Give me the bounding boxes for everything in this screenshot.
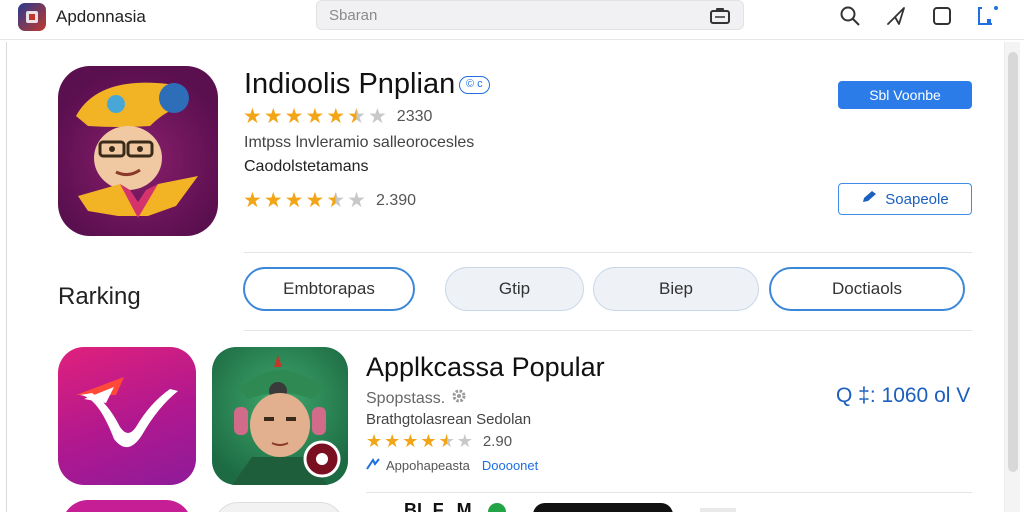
search-icon[interactable]: [838, 4, 862, 28]
star-empty-icon: ★: [367, 105, 387, 128]
developer-link[interactable]: Doooonet: [482, 458, 538, 473]
hero-description: Imtpss lnvleramio salleorocesles: [244, 134, 475, 151]
list-app-rating: ★ ★ ★ ★ ★ ★ 2.90: [366, 432, 512, 450]
search-bar[interactable]: Sbaran: [316, 0, 744, 30]
gear-icon: [451, 388, 467, 409]
scrollbar[interactable]: [1004, 42, 1020, 512]
star-icon: ★: [326, 105, 346, 128]
brand-name: Apdonnasia: [56, 7, 146, 26]
tab-entertainment[interactable]: Embtorapas: [243, 267, 415, 311]
hero-app-icon[interactable]: [58, 66, 218, 236]
star-icon: ★: [420, 431, 437, 451]
next-app-title[interactable]: BL F.. M: [404, 500, 472, 512]
divider: [244, 252, 972, 253]
verified-badge: © c: [459, 76, 490, 94]
divider: [366, 492, 972, 493]
ranking-label: Rarking: [58, 283, 141, 310]
list-app-price[interactable]: Q ‡: 1060 ol V: [836, 384, 970, 408]
star-icon: ★: [384, 431, 401, 451]
rating-count: 2330: [396, 107, 433, 125]
star-icon: ★: [243, 189, 262, 212]
hero-category: Caodolstetamans: [244, 158, 369, 175]
brand-logo-icon: [18, 3, 46, 31]
tab-biep[interactable]: Biep: [593, 267, 759, 311]
list-app-developer: Appohapeasta Doooonet: [366, 458, 538, 473]
developer-name: Appohapeasta: [386, 458, 470, 473]
share-button[interactable]: Soapeole: [838, 183, 972, 215]
tab-details[interactable]: Doctiaols: [769, 267, 965, 311]
list-app-subtitle: Spopstass.: [366, 388, 467, 409]
star-empty-icon: ★: [347, 189, 366, 212]
pencil-icon: [861, 190, 877, 208]
list-app-icon-a[interactable]: [58, 347, 196, 485]
share-button-label: Soapeole: [885, 190, 949, 208]
star-icon: ★: [243, 105, 262, 128]
app-store-page: Apdonnasia Sbaran Indioolis Pnplian © c …: [0, 0, 1024, 512]
status-dot-icon: [488, 503, 506, 512]
tab-gtip[interactable]: Gtip: [445, 267, 584, 311]
list-app-title[interactable]: Applkcassa Popular: [366, 352, 605, 383]
star-icon: ★: [366, 431, 383, 451]
star-icon: ★: [284, 189, 304, 212]
rating-count: 2.390: [375, 191, 417, 209]
star-icon: ★: [263, 189, 283, 212]
star-empty-icon: ★: [456, 431, 473, 451]
account-icon[interactable]: [976, 4, 1000, 28]
star-half-icon: ★: [347, 105, 366, 128]
next-app-thumbnail: [700, 508, 736, 512]
star-icon: ★: [305, 189, 325, 212]
star-icon: ★: [402, 431, 419, 451]
next-app-icon-a[interactable]: [62, 500, 192, 512]
window-icon[interactable]: [930, 4, 954, 28]
developer-icon: [366, 458, 380, 473]
hero-rating-bottom: ★ ★ ★ ★ ★ ★ 2.390: [243, 190, 416, 211]
subtitle-text: Spopstass.: [366, 389, 446, 407]
star-half-icon: ★: [438, 431, 455, 451]
camera-icon[interactable]: [709, 6, 731, 26]
get-button[interactable]: Sbl Voonbe: [838, 81, 972, 109]
top-bar: Apdonnasia Sbaran: [0, 0, 1024, 40]
divider: [244, 330, 972, 331]
star-icon: ★: [305, 105, 325, 128]
list-app-category: Brathgtolasrean Sedolan: [366, 411, 532, 428]
list-app-icon-b[interactable]: [212, 347, 348, 485]
next-app-button[interactable]: [533, 503, 673, 512]
star-icon: ★: [284, 105, 304, 128]
star-icon: ★: [263, 105, 283, 128]
toolbar-icons: [838, 4, 1000, 28]
hero-app-title: Indioolis Pnplian: [244, 68, 456, 100]
send-icon[interactable]: [884, 4, 908, 28]
next-app-icon-b[interactable]: [214, 502, 344, 512]
hero-rating-top: ★ ★ ★ ★ ★ ★ ★ 2330: [243, 106, 432, 127]
rating-count: 2.90: [482, 432, 513, 450]
scroll-thumb[interactable]: [1008, 52, 1018, 472]
left-border: [6, 42, 7, 512]
brand[interactable]: Apdonnasia: [18, 3, 146, 31]
search-input[interactable]: Sbaran: [329, 7, 377, 24]
star-half-icon: ★: [326, 189, 346, 212]
